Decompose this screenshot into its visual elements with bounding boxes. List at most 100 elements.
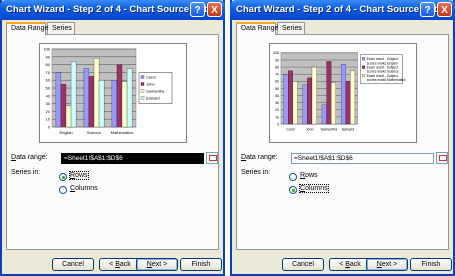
help-button[interactable]: ?: [190, 2, 205, 17]
bar: [345, 81, 351, 125]
bar: [93, 58, 100, 128]
y-tick-label: 70: [46, 70, 51, 75]
bar: [350, 70, 356, 125]
y-tick-label: 20: [46, 109, 51, 114]
next-button[interactable]: Next >: [366, 258, 408, 271]
bar: [126, 68, 133, 128]
legend-label: Exam result - Subject scores marks Englis…: [367, 57, 398, 65]
rows-radio[interactable]: [59, 173, 67, 181]
y-tick-label: 80: [46, 62, 51, 67]
y-tick-label: 100: [273, 51, 279, 55]
bar: [326, 61, 332, 125]
legend-swatch: [140, 96, 145, 100]
tab-series[interactable]: Series: [277, 22, 305, 34]
y-tick-label: 60: [46, 78, 51, 83]
bar: [83, 68, 90, 128]
tab-data-range[interactable]: Data Range: [236, 22, 278, 35]
legend-swatch: [362, 57, 366, 61]
y-tick-label: 60: [275, 80, 279, 84]
y-tick-label: 10: [275, 115, 279, 119]
legend-label: Exam result - Subject scores marks Scienc…: [367, 66, 399, 74]
bar: [111, 80, 118, 128]
bar: [292, 81, 298, 125]
bar: [98, 80, 105, 128]
chart-wizard-window-left: Chart Wizard - Step 2 of 4 - Chart Sourc…: [0, 0, 225, 276]
help-button[interactable]: ?: [420, 2, 435, 17]
close-button[interactable]: X: [437, 2, 452, 17]
chart-wizard-window-right: Chart Wizard - Step 2 of 4 - Chart Sourc…: [230, 0, 455, 276]
title-bar[interactable]: Chart Wizard - Step 2 of 4 - Chart Sourc…: [230, 0, 455, 20]
legend-label: Edward: [146, 96, 160, 101]
y-tick-label: 30: [275, 101, 279, 105]
x-tick-label: John: [306, 127, 314, 131]
back-button[interactable]: < Back: [99, 258, 141, 271]
data-range-input[interactable]: =Sheet1!$A$1:$D$6: [291, 153, 434, 164]
y-tick-label: 20: [275, 108, 279, 112]
bar: [288, 70, 293, 125]
x-tick-label: Samantha: [321, 127, 339, 131]
chart-preview: 0 10 20 30 40 50 60 70 80 90 100 English Science Math…: [39, 43, 187, 143]
legend-label: John: [146, 82, 155, 87]
tab-series[interactable]: Series: [47, 22, 75, 34]
x-tick-label: Carol: [286, 127, 295, 131]
bar: [283, 74, 289, 125]
y-tick-label: 0: [277, 122, 279, 126]
finish-button[interactable]: Finish: [180, 258, 222, 271]
bar: [331, 82, 336, 125]
legend-swatch: [362, 65, 366, 69]
data-range-label: Data range:: [241, 154, 278, 161]
data-range-label: Data range:: [11, 154, 48, 161]
cancel-button[interactable]: Cancel: [282, 258, 324, 271]
y-tick-label: 100: [43, 47, 50, 52]
back-button[interactable]: < Back: [329, 258, 371, 271]
y-tick-label: 90: [275, 58, 279, 62]
rows-radio[interactable]: [289, 173, 297, 181]
next-button[interactable]: Next >: [136, 258, 178, 271]
tab-panel: 0 10 20 30 40 50 60 70 80 90 100 Carol John Samantha E…: [236, 34, 449, 250]
cancel-button[interactable]: Cancel: [52, 258, 94, 271]
bar: [116, 64, 123, 128]
y-tick-label: 90: [46, 54, 51, 59]
x-tick-label: Science: [87, 130, 102, 135]
bar: [70, 61, 77, 128]
tab-data-range[interactable]: Data Range: [6, 22, 48, 35]
bar: [60, 83, 67, 128]
x-tick-label: Edward: [342, 127, 354, 131]
y-tick-label: 30: [46, 101, 51, 106]
window-title: Chart Wizard - Step 2 of 4 - Chart Sourc…: [6, 4, 213, 15]
y-tick-label: 40: [275, 94, 279, 98]
bar: [311, 66, 317, 125]
y-tick-label: 50: [46, 86, 51, 91]
legend-swatch: [140, 75, 145, 79]
legend-swatch: [140, 82, 145, 86]
chart-svg: 0 10 20 30 40 50 60 70 80 90 100 English Science Math…: [43, 47, 173, 135]
close-button[interactable]: X: [207, 2, 222, 17]
bar: [341, 64, 346, 125]
y-tick-label: 0: [48, 125, 51, 130]
collapse-dialog-button[interactable]: [436, 152, 448, 164]
window-title: Chart Wizard - Step 2 of 4 - Chart Sourc…: [236, 4, 443, 15]
x-tick-label: Mathematics: [111, 130, 134, 135]
columns-radio[interactable]: [289, 186, 297, 194]
finish-button[interactable]: Finish: [410, 258, 452, 271]
bar: [65, 105, 72, 128]
title-bar[interactable]: Chart Wizard - Step 2 of 4 - Chart Sourc…: [0, 0, 225, 20]
bar: [321, 104, 327, 125]
columns-radio-label: Columns: [299, 184, 329, 193]
data-range-input[interactable]: =Sheet1!$A$1:$D$6: [61, 153, 204, 164]
collapse-dialog-button[interactable]: [206, 152, 218, 164]
series-in-label: Series in:: [11, 169, 41, 176]
rows-radio-label: Rows: [69, 171, 89, 180]
chart-svg: 0102030405060708090100Carol John Samantha E…: [273, 51, 406, 131]
chart-preview: 0 10 20 30 40 50 60 70 80 90 100 Carol John Samantha E…: [269, 43, 417, 143]
y-tick-label: 10: [46, 117, 51, 122]
columns-radio[interactable]: [59, 186, 67, 194]
y-tick-label: 50: [275, 87, 279, 91]
legend-swatch: [140, 89, 145, 93]
legend-label: Carol: [146, 75, 156, 80]
bar: [121, 81, 128, 128]
tab-panel: 0 10 20 30 40 50 60 70 80 90 100 English Science Math…: [6, 34, 219, 250]
bar: [307, 77, 313, 125]
bar: [55, 72, 62, 128]
y-tick-label: 80: [275, 65, 279, 69]
